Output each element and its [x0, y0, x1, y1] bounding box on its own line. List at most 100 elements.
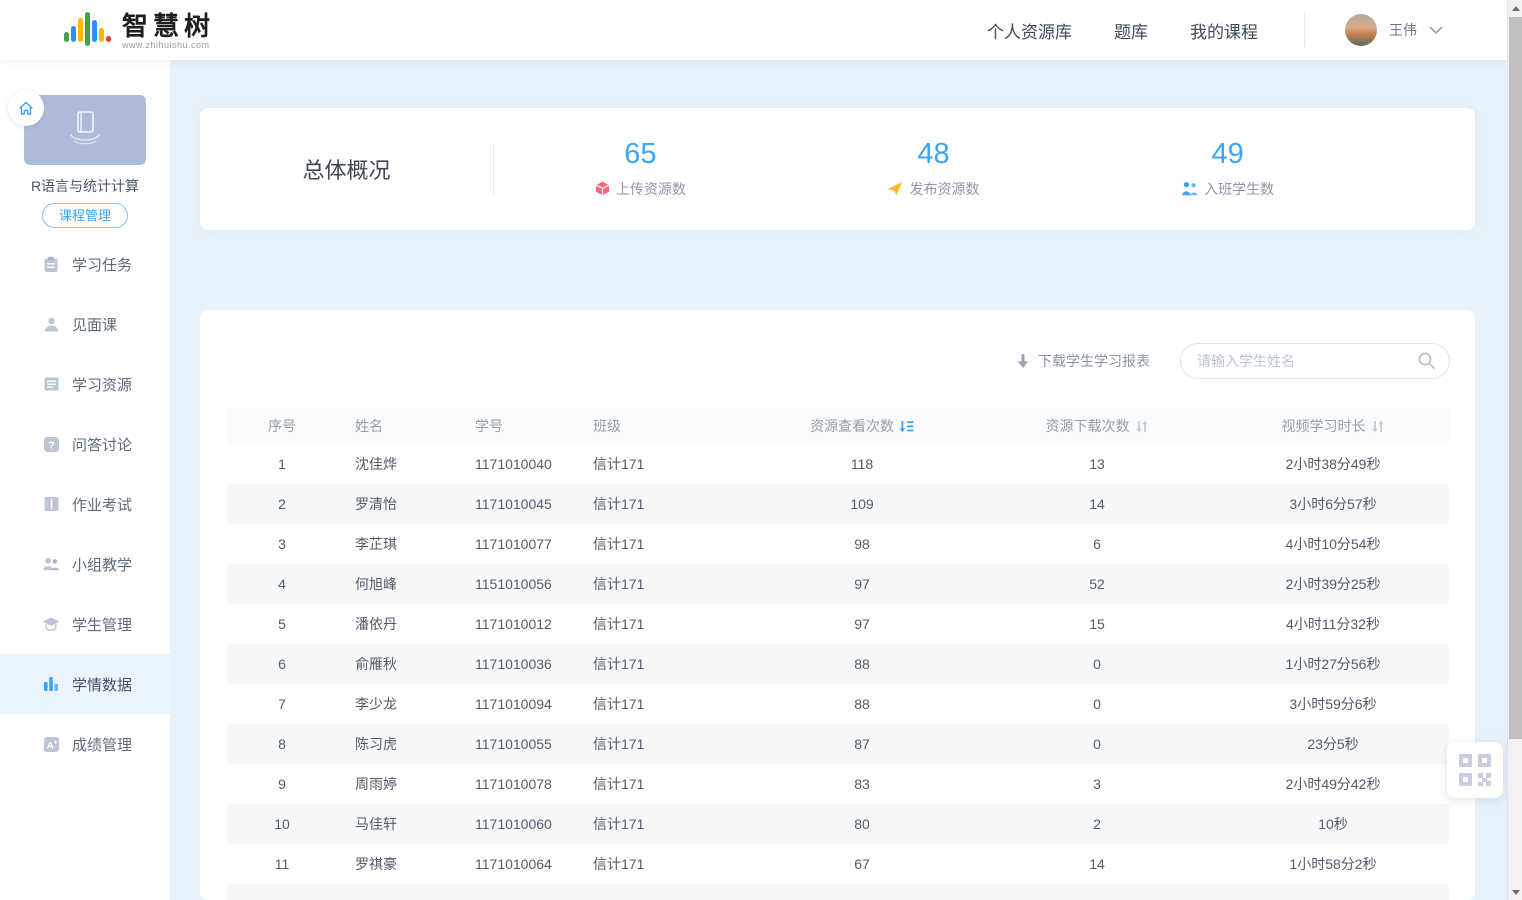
table-header-row: 序号 姓名 学号 班级 资源查看次数 — [227, 408, 1449, 444]
table-row: 10马佳轩1171010060信计17180210秒 — [227, 804, 1449, 844]
table-cell: 1171010094 — [457, 684, 577, 724]
col-video-time[interactable]: 视频学习时长 — [1217, 408, 1449, 444]
cube-icon — [595, 181, 610, 196]
svg-text:?: ? — [48, 440, 54, 451]
qr-code-button[interactable] — [1447, 742, 1503, 798]
user-name: 王伟 — [1389, 20, 1417, 40]
download-report-button[interactable]: 下载学生学习报表 — [1016, 351, 1150, 371]
user-menu[interactable]: 王伟 — [1345, 14, 1443, 46]
col-resource-views[interactable]: 资源查看次数 — [747, 408, 977, 444]
sidebar-item-group-teaching[interactable]: 小组教学 — [0, 534, 170, 594]
table-cell: 2 — [977, 804, 1217, 844]
sidebar-item-label: 学生管理 — [72, 614, 132, 635]
stat-value: 49 — [1181, 139, 1274, 171]
table-cell: 沈佳烨 — [337, 444, 457, 484]
sidebar-item-label: 见面课 — [72, 314, 117, 335]
stat-label: 上传资源数 — [616, 179, 686, 199]
sidebar: R语言与统计计算 课程管理 学习任务 见面课 学习资源 — [0, 60, 170, 900]
table-cell: 0 — [977, 644, 1217, 684]
table-cell: 1171010012 — [457, 604, 577, 644]
col-index: 序号 — [227, 408, 337, 444]
sidebar-item-grade-management[interactable]: A+ 成绩管理 — [0, 714, 170, 774]
table-cell: 88 — [747, 644, 977, 684]
table-cell: 信计171 — [577, 684, 747, 724]
table-cell: 13 — [977, 444, 1217, 484]
page-scrollbar[interactable] — [1507, 0, 1522, 900]
sidebar-menu: 学习任务 见面课 学习资源 ? 问答讨论 — [0, 234, 170, 774]
table-cell: 1171010040 — [457, 444, 577, 484]
sidebar-item-label: 学习任务 — [72, 254, 132, 275]
nav-my-courses[interactable]: 我的课程 — [1190, 18, 1258, 43]
table-cell: 陈习虎 — [337, 724, 457, 764]
search-icon[interactable] — [1417, 351, 1436, 370]
sidebar-item-learning-data[interactable]: 学情数据 — [0, 654, 170, 714]
student-table: 序号 姓名 学号 班级 资源查看次数 — [227, 408, 1449, 900]
table-cell: 2小时38分49秒 — [1217, 444, 1449, 484]
sidebar-item-meetings[interactable]: 见面课 — [0, 294, 170, 354]
table-cell: 15 — [977, 604, 1217, 644]
grade-a-plus-icon: A+ — [42, 735, 60, 753]
scrollbar-thumb[interactable] — [1509, 17, 1522, 739]
table-row: 2罗清怡1171010045信计171109143小时6分57秒 — [227, 484, 1449, 524]
sort-both-icon[interactable] — [1135, 420, 1149, 433]
table-cell: 52 — [977, 564, 1217, 604]
scrollbar-up-arrow[interactable] — [1508, 0, 1522, 16]
table-cell: 118 — [747, 444, 977, 484]
chevron-down-icon[interactable] — [1429, 26, 1443, 35]
table-row: 5潘依丹1171010012信计17197154小时11分32秒 — [227, 604, 1449, 644]
table-cell: 罗祺豪 — [337, 844, 457, 884]
table-cell: 信计171 — [577, 804, 747, 844]
table-row-partial — [227, 884, 1449, 900]
stat-label: 入班学生数 — [1204, 179, 1274, 199]
table-row: 9周雨婷1171010078信计1718332小时49分42秒 — [227, 764, 1449, 804]
table-cell: 信计171 — [577, 524, 747, 564]
table-cell: 3 — [227, 524, 337, 564]
table-cell: 马佳轩 — [337, 804, 457, 844]
nav-question-bank[interactable]: 题库 — [1114, 18, 1148, 43]
stat-label: 发布资源数 — [909, 179, 979, 199]
nav-personal-resources[interactable]: 个人资源库 — [987, 18, 1072, 43]
sidebar-item-learning-resources[interactable]: 学习资源 — [0, 354, 170, 414]
home-icon — [18, 101, 34, 116]
sidebar-item-student-management[interactable]: 学生管理 — [0, 594, 170, 654]
col-resource-downloads[interactable]: 资源下载次数 — [977, 408, 1217, 444]
sidebar-item-label: 成绩管理 — [72, 734, 132, 755]
search-input[interactable] — [1180, 343, 1450, 379]
table-cell: 6 — [227, 644, 337, 684]
paper-plane-icon — [887, 181, 903, 196]
table-cell: 1171010045 — [457, 484, 577, 524]
top-header: 智慧树 www.zhihuishu.com 个人资源库 题库 我的课程 王伟 — [0, 0, 1507, 60]
table-cell: 6 — [977, 524, 1217, 564]
table-row: 4何旭峰1151010056信计17197522小时39分25秒 — [227, 564, 1449, 604]
table-cell: 1171010060 — [457, 804, 577, 844]
course-book-icon — [61, 108, 109, 152]
table-cell: 83 — [747, 764, 977, 804]
table-cell: 87 — [747, 724, 977, 764]
scrollbar-down-arrow[interactable] — [1508, 884, 1522, 900]
download-label: 下载学生学习报表 — [1038, 351, 1150, 371]
table-cell: 97 — [747, 604, 977, 644]
brand-logo[interactable]: 智慧树 www.zhihuishu.com — [64, 10, 215, 50]
sidebar-item-homework-exams[interactable]: 作业考试 — [0, 474, 170, 534]
table-cell: 俞雁秋 — [337, 644, 457, 684]
table-cell: 1 — [227, 444, 337, 484]
avatar[interactable] — [1345, 14, 1377, 46]
sort-both-icon[interactable] — [1371, 420, 1385, 433]
home-button[interactable] — [8, 90, 44, 126]
svg-text:+: + — [53, 739, 57, 746]
table-cell: 97 — [747, 564, 977, 604]
table-cell: 4 — [227, 564, 337, 604]
table-cell: 3 — [977, 764, 1217, 804]
col-class: 班级 — [577, 408, 747, 444]
stat-uploaded-resources: 65 上传资源数 — [595, 139, 686, 199]
table-cell: 5 — [227, 604, 337, 644]
table-cell: 信计171 — [577, 564, 747, 604]
table-cell: 1小时27分56秒 — [1217, 644, 1449, 684]
sidebar-item-qa-discussion[interactable]: ? 问答讨论 — [0, 414, 170, 474]
course-manage-button[interactable]: 课程管理 — [42, 203, 128, 228]
sort-descending-active-icon[interactable] — [899, 420, 914, 433]
sidebar-item-learning-tasks[interactable]: 学习任务 — [0, 234, 170, 294]
table-cell: 信计171 — [577, 484, 747, 524]
table-cell: 8 — [227, 724, 337, 764]
table-cell: 0 — [977, 684, 1217, 724]
